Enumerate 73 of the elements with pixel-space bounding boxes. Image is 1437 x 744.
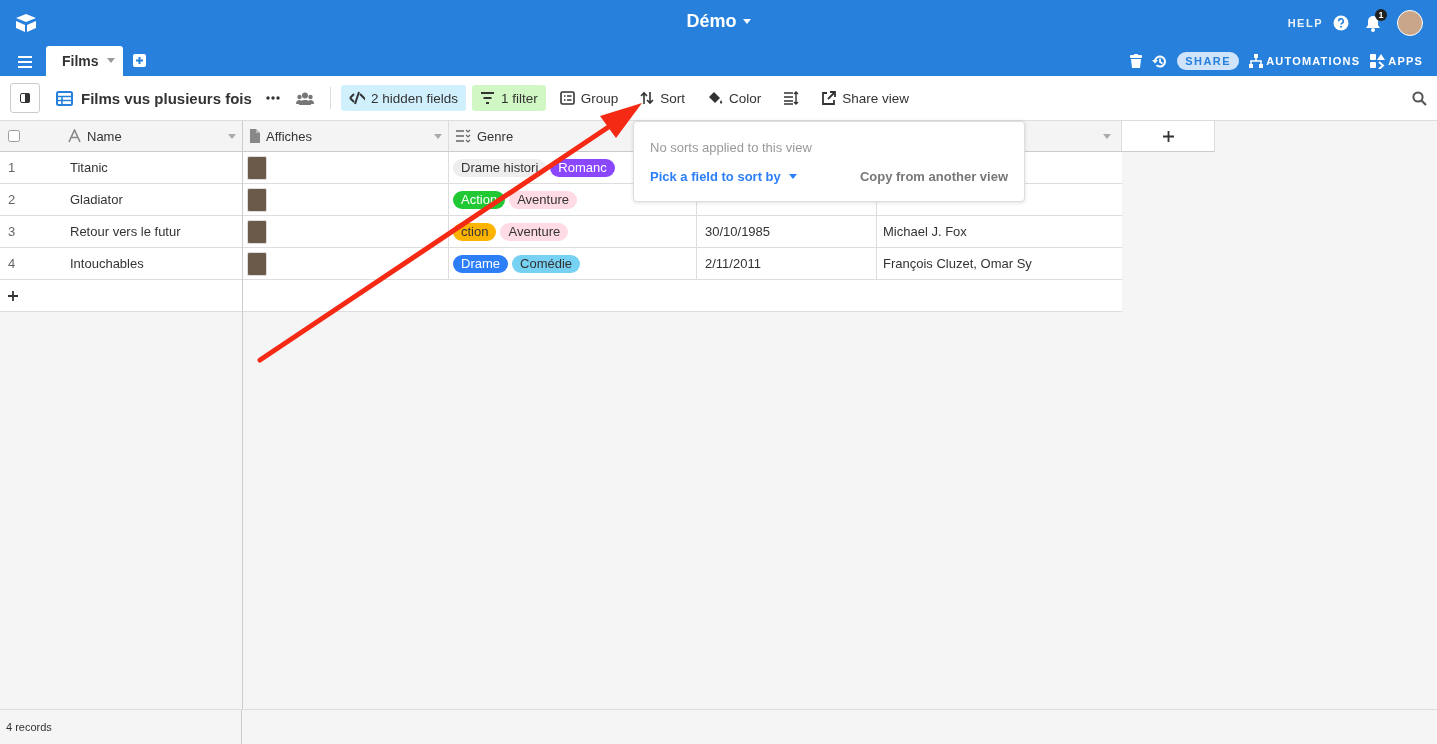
panel-icon: [20, 93, 30, 103]
share-view-button[interactable]: Share view: [813, 85, 918, 111]
group-button[interactable]: Group: [551, 85, 627, 111]
group-icon: [559, 91, 575, 105]
share-icon: [821, 91, 837, 105]
sort-button[interactable]: Sort: [632, 85, 694, 111]
pick-field-dropdown[interactable]: Pick a field to sort by: [650, 169, 797, 184]
genre-tag: Romanc: [550, 158, 615, 177]
photo-placeholder[interactable]: [247, 219, 267, 244]
apps-button[interactable]: APPS: [1370, 53, 1423, 69]
people-icon[interactable]: [295, 91, 314, 105]
table-cell: 30/10/1985: [705, 224, 771, 239]
grid-view-icon: [56, 90, 73, 106]
photo-placeholder[interactable]: [247, 187, 267, 212]
photo-placeholder[interactable]: [247, 155, 267, 180]
more-icon[interactable]: [265, 96, 280, 100]
avatar[interactable]: [1397, 10, 1423, 36]
shapes-icon: [1370, 53, 1386, 69]
table-cell-text: Gladiator: [69, 191, 124, 209]
caret-icon: [1103, 133, 1111, 139]
hidden-fields-button[interactable]: 2 hidden fields: [340, 85, 466, 111]
logo-icon: [14, 13, 38, 33]
hierarchy-icon: [1249, 54, 1264, 68]
text-field-icon: [68, 129, 81, 143]
add-table-icon[interactable]: [132, 54, 146, 67]
caret-icon: [228, 133, 236, 139]
row-number: 2: [7, 191, 17, 209]
caret-icon: [106, 58, 115, 64]
row-number: 3: [7, 223, 17, 241]
row-height-icon: [783, 91, 800, 105]
list-icon: [455, 129, 471, 143]
bell-icon[interactable]: [1365, 14, 1381, 32]
history-icon[interactable]: [1152, 53, 1168, 69]
filter-icon: [479, 91, 495, 105]
add-field-icon[interactable]: [1162, 130, 1174, 142]
table-cell-text: Retour vers le futur: [69, 223, 182, 241]
view-name[interactable]: Films vus plusieurs fois: [81, 89, 252, 107]
table-cell: Michael J. Fox: [883, 224, 967, 239]
column-header[interactable]: Name: [60, 121, 242, 151]
row-number: 1: [7, 159, 17, 177]
add-row-icon[interactable]: [8, 290, 18, 301]
genre-tag: Comédie: [512, 254, 581, 273]
table-cell: François Cluzet, Omar Sy: [883, 256, 1032, 271]
caret-icon: [434, 133, 442, 139]
genre-tag: Aventure: [509, 190, 577, 209]
photo-placeholder[interactable]: [247, 251, 267, 276]
document-icon: [249, 129, 260, 143]
notification-badge: 1: [1375, 8, 1387, 21]
automations-button[interactable]: AUTOMATIONS: [1249, 54, 1361, 68]
row-number: 4: [7, 255, 17, 273]
sort-icon: [640, 91, 655, 105]
trash-icon[interactable]: [1130, 54, 1143, 68]
color-button[interactable]: Color: [699, 85, 770, 111]
filter-button[interactable]: 1 filter: [471, 85, 546, 111]
caret-icon[interactable]: [742, 18, 751, 25]
record-count: 4 records: [6, 721, 52, 733]
genre-tag: Drame: [453, 254, 508, 273]
table-tab[interactable]: Films: [46, 46, 123, 76]
table-cell: 2/11/2011: [705, 256, 761, 271]
help-icon[interactable]: [1333, 15, 1349, 31]
genre-tag: Drame histori: [453, 158, 547, 177]
genre-tag: Aventure: [500, 222, 569, 241]
sidebar-toggle-button[interactable]: [10, 83, 40, 113]
base-title[interactable]: Démo: [686, 11, 737, 32]
help-link[interactable]: HELP: [1287, 17, 1323, 29]
search-icon[interactable]: [1412, 90, 1427, 106]
menu-icon[interactable]: [18, 56, 32, 68]
table-cell-text: Titanic: [69, 159, 109, 177]
column-header[interactable]: Affiches: [243, 121, 449, 151]
table-cell-text: Intouchables: [69, 255, 145, 273]
copy-view-link[interactable]: Copy from another view: [859, 169, 1008, 184]
caret-icon: [788, 174, 797, 179]
checkbox[interactable]: [8, 130, 20, 142]
